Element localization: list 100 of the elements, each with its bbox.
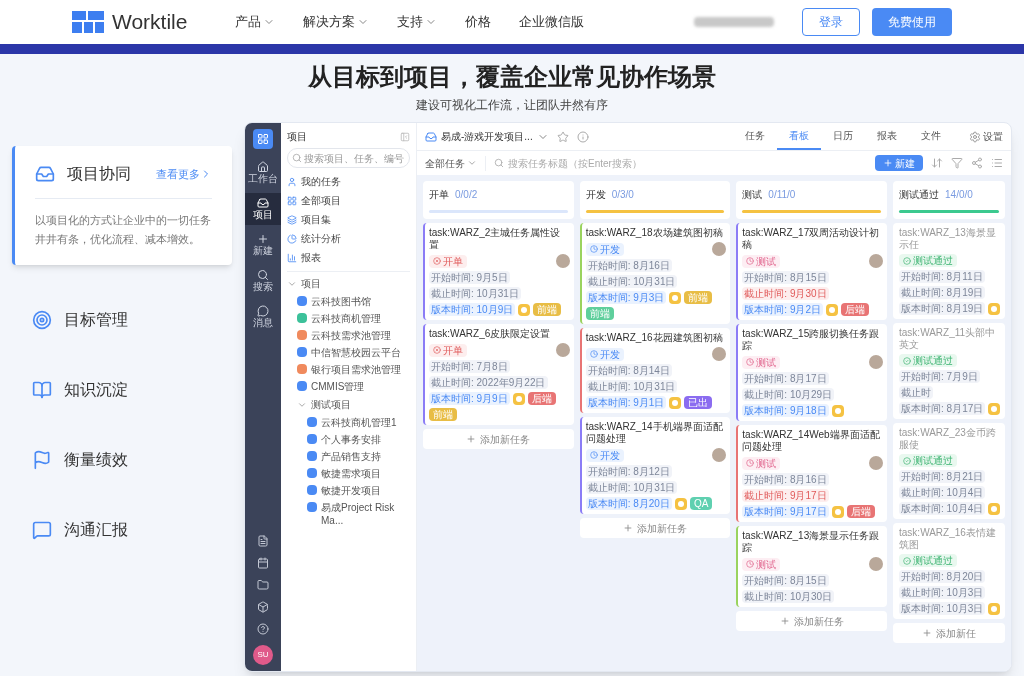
date-chip: 开始时间: 8月14日 (585, 364, 672, 377)
task-card[interactable]: task:WARZ_18农场建筑图初稿 开发 开始时间: 8月16日 截止时间: 10月31日 版本时间: 9月3日 前端 前端 (579, 223, 731, 324)
date-chip: 截止时间: 8月19日 (899, 286, 986, 299)
task-card[interactable]: task:WARZ_23金币跨服使 测试通过 开始时间: 8月21日 截止时间: 10月4日 版本时间: 10月4日 (893, 423, 1005, 519)
project-item[interactable]: 云科技需求池管理 (297, 327, 410, 344)
view-tab[interactable]: 日历 (821, 123, 865, 150)
list-icon[interactable] (991, 157, 1003, 169)
task-card[interactable]: task:WARZ_16表情建筑图 测试通过 开始时间: 8月20日 截止时间: 10月3日 版本时间: 10月3日 (893, 523, 1005, 619)
task-card[interactable]: task:WARZ_17双周活动设计初稿 测试 开始时间: 8月15日 截止时间: 9月30日 版本时间: 9月2日 后端 (736, 223, 887, 320)
rail-item[interactable]: 工作台 (245, 157, 281, 189)
settings-button[interactable]: 设置 (969, 129, 1003, 144)
project-item[interactable]: 银行项目需求池管理 (297, 361, 410, 378)
project-item[interactable]: 易成Project Risk Ma... (307, 499, 410, 529)
tree-group[interactable]: 测试项目 (297, 395, 410, 414)
task-card[interactable]: task:WARZ_16花园建筑图初稿 开发 开始时间: 8月14日 截止时间: 10月31日 版本时间: 9月1日 已出 (579, 328, 731, 413)
task-card[interactable]: task:WARZ_6皮肤限定设置 开单 开始时间: 7月8日 截止时间: 2022年9月22日 版本时间: 9月9日 后端 前端 (423, 324, 574, 425)
sidebar-item[interactable]: 我的任务 (287, 172, 410, 191)
x-circle-icon (433, 346, 441, 354)
add-task-button[interactable]: 添加新任 (893, 623, 1005, 643)
date-chip: 开始时间: 7月8日 (429, 360, 510, 373)
column-title: 开单 (429, 188, 449, 202)
task-card[interactable]: task:WARZ_2主城任务属性设置 开单 开始时间: 9月5日 截止时间: 10月31日 版本时间: 10月9日 前端 (423, 223, 574, 320)
view-tab[interactable]: 报表 (865, 123, 909, 150)
help-icon[interactable] (257, 623, 269, 635)
hero-title: 从目标到项目，覆盖企业常见协作场景 (308, 62, 716, 92)
feature-item[interactable]: 沟通汇报 (12, 499, 232, 561)
date-chip: 版本时间: 9月2日 (742, 303, 824, 316)
rail-item[interactable]: 项目 (245, 193, 281, 225)
sidebar-item[interactable]: 报表 (287, 248, 410, 267)
add-task-button[interactable]: 添加新任务 (736, 611, 887, 631)
nav-link[interactable]: 支持 (397, 12, 438, 32)
folder-icon[interactable] (257, 579, 269, 591)
task-tag: 前端 (429, 408, 457, 421)
app-logo-icon (253, 129, 273, 149)
add-task-button[interactable]: 添加新任务 (423, 429, 574, 449)
project-item[interactable]: 云科技商机管理 (297, 310, 410, 327)
project-item[interactable]: 敏捷需求项目 (307, 465, 410, 482)
nav-link[interactable]: 产品 (235, 12, 276, 32)
nav-link[interactable]: 企业微信版 (519, 12, 585, 32)
search-icon (292, 153, 302, 163)
project-item[interactable]: CMMIS管理 (297, 378, 410, 395)
star-icon[interactable] (556, 130, 569, 143)
feature-card[interactable]: 项目协同 查看更多 以项目化的方式让企业中的一切任务井井有条，优化流程、减本增效。 (12, 146, 232, 265)
feature-item[interactable]: 目标管理 (12, 289, 232, 351)
task-card[interactable]: task:WARZ_11头部中英文 测试通过 开始时间: 7月9日 截止时 版本时间: 8月17日 (893, 323, 1005, 419)
view-tab[interactable]: 看板 (777, 123, 821, 150)
task-title: task:WARZ_14Web端界面适配问题处理 (742, 429, 881, 453)
filter-dropdown[interactable]: 全部任务 (425, 155, 477, 171)
sort-icon[interactable] (931, 157, 943, 169)
task-card[interactable]: task:WARZ_13海景显示任务跟踪 测试 开始时间: 8月15日 截止时间: 10月30日 (736, 526, 887, 607)
task-tag: 前端 (585, 307, 614, 320)
task-card[interactable]: task:WARZ_15跨服切换任务跟踪 测试 开始时间: 8月17日 截止时间: 10月29日 版本时间: 9月18日 (736, 324, 887, 421)
task-card[interactable]: task:WARZ_14Web端界面适配问题处理 测试 开始时间: 8月16日 截止时间: 9月17日 版本时间: 9月17日 后端 (736, 425, 887, 522)
feature-title: 项目协同 (67, 164, 131, 184)
feature-item[interactable]: 衡量绩效 (12, 429, 232, 491)
view-tab[interactable]: 任务 (733, 123, 777, 150)
date-chip: 截止时间: 9月17日 (742, 489, 829, 502)
sidebar-item[interactable]: 项目集 (287, 210, 410, 229)
share-icon[interactable] (971, 157, 983, 169)
document-icon[interactable] (257, 535, 269, 547)
tree-group[interactable]: 项目 (287, 274, 410, 293)
rail-item[interactable]: 消息 (245, 301, 281, 333)
calendar-icon[interactable] (257, 557, 269, 569)
status-tag: 开发 (585, 347, 624, 361)
task-title: task:WARZ_13海景显示任 (899, 227, 997, 251)
rail-item[interactable]: 新建 (245, 229, 281, 261)
sidebar-item[interactable]: 全部项目 (287, 191, 410, 210)
view-tab[interactable]: 文件 (909, 123, 953, 150)
grid-icon (287, 195, 297, 206)
user-icon (287, 176, 297, 187)
layers-icon (287, 214, 297, 225)
filter-icon[interactable] (951, 157, 963, 169)
project-item[interactable]: 中信智慧校园云平台 (297, 344, 410, 361)
feature-item[interactable]: 知识沉淀 (12, 359, 232, 421)
project-item[interactable]: 个人事务安排 (307, 431, 410, 448)
project-item[interactable]: 产品销售支持 (307, 448, 410, 465)
sidebar-item[interactable]: 统计分析 (287, 229, 410, 248)
date-chip: 开始时间: 8月11日 (899, 270, 985, 283)
login-button[interactable]: 登录 (802, 8, 860, 36)
plus-icon (883, 158, 893, 168)
info-icon[interactable] (576, 130, 589, 143)
more-link[interactable]: 查看更多 (156, 165, 212, 183)
project-item[interactable]: 云科技商机管理1 (307, 414, 410, 431)
task-search-field[interactable]: 搜索任务标题（按Enter搜索） (485, 155, 705, 171)
cube-icon[interactable] (257, 601, 269, 613)
project-item[interactable]: 敏捷开发项目 (307, 482, 410, 499)
pie-chart-icon (287, 233, 297, 244)
user-avatar[interactable]: SU (253, 645, 273, 665)
task-card[interactable]: task:WARZ_14手机端界面适配问题处理 开发 开始时间: 8月12日 截止时间: 10月31日 版本时间: 8月20日 QA (579, 417, 731, 514)
chevron-down-icon (467, 158, 477, 168)
avatar (712, 242, 727, 256)
nav-link[interactable]: 解决方案 (303, 12, 370, 32)
collapse-icon[interactable] (400, 131, 410, 142)
project-item[interactable]: 云科技图书馆 (297, 293, 410, 310)
rail-item[interactable]: 搜索 (245, 265, 281, 297)
task-card[interactable]: task:WARZ_13海景显示任 测试通过 开始时间: 8月11日 截止时间: 8月19日 版本时间: 8月19日 (893, 223, 1005, 319)
nav-link[interactable]: 价格 (465, 12, 492, 32)
add-task-button[interactable]: 添加新任务 (579, 518, 731, 538)
status-tag: 测试 (742, 557, 781, 571)
clock-icon (746, 257, 755, 265)
